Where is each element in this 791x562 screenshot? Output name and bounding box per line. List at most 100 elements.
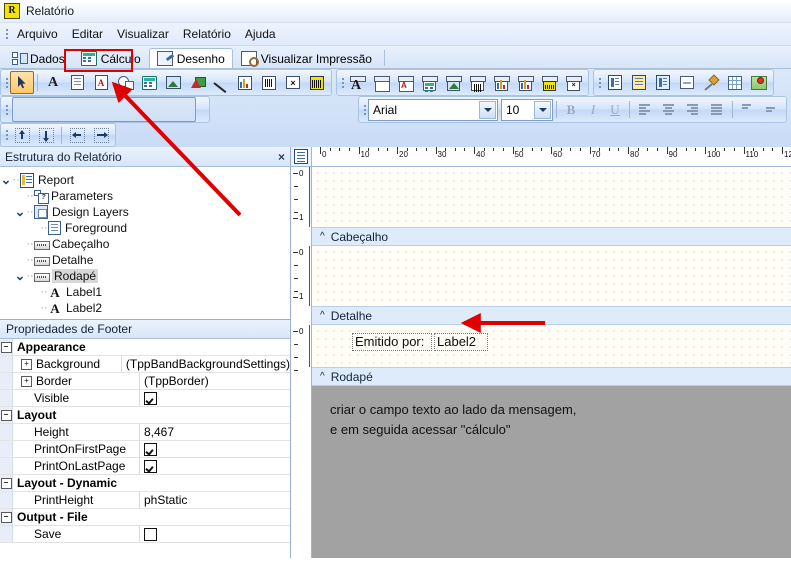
report-label[interactable]: Emitido por: [352, 333, 432, 351]
barcode-format-icon[interactable] [466, 71, 490, 94]
tree-item-cabe-alho[interactable]: ·· Cabeçalho [0, 236, 290, 252]
bold-button[interactable]: B [560, 100, 582, 120]
view-toolbar-grip[interactable] [596, 75, 603, 91]
font-size-combo[interactable]: 10 [501, 98, 553, 121]
menu-item-ajuda[interactable]: Ajuda [238, 25, 283, 43]
tree-item-detalhe[interactable]: ·· Detalhe [0, 252, 290, 268]
align-justify-button[interactable] [705, 98, 729, 121]
tree-item-label2[interactable]: ·· A Label2 [0, 300, 290, 316]
tab-visualizar-impressao[interactable]: Visualizar Impressão [233, 48, 380, 68]
align-left-button[interactable] [633, 98, 657, 121]
align-left-icon[interactable] [65, 124, 89, 147]
italic-button[interactable]: I [582, 100, 604, 120]
band-canvas-cabeçalho[interactable] [312, 167, 791, 227]
property-checkbox[interactable] [144, 459, 157, 473]
tree-item-rodap-[interactable]: ⌄ ·· Rodapé [0, 268, 290, 284]
property-row[interactable]: PrintHeight phStatic [0, 492, 290, 509]
property-row[interactable]: PrintOnLastPage [0, 458, 290, 475]
menu-item-relatorio[interactable]: Relatório [176, 25, 238, 43]
property-row[interactable]: + Border (TppBorder) [0, 373, 290, 390]
band-header-detalhe[interactable]: ^ Detalhe [312, 306, 791, 325]
band-collapse-icon[interactable]: ^ [320, 371, 325, 382]
band-header-cabeçalho[interactable]: ^ Cabeçalho [312, 227, 791, 246]
property-value-cell[interactable] [139, 526, 290, 542]
chart-icon[interactable] [233, 71, 257, 94]
close-icon[interactable]: × [278, 150, 285, 164]
label-icon[interactable]: A [41, 71, 65, 94]
ruler-corner[interactable] [291, 147, 312, 166]
property-row[interactable]: Height 8,467 [0, 424, 290, 441]
band-canvas-detalhe[interactable] [312, 246, 791, 306]
tree-item-parameters[interactable]: ··? Parameters [0, 188, 290, 204]
tree-item-report[interactable]: ⌄ ·· Report [0, 172, 290, 188]
font-size-dropdown-icon[interactable] [534, 100, 551, 119]
property-value-cell[interactable]: (TppBandBackgroundSettings) [120, 356, 290, 372]
align-center-button[interactable] [657, 98, 681, 121]
copy-format-icon[interactable] [370, 71, 394, 94]
rich-text-icon[interactable]: A [89, 71, 113, 94]
chart-format-icon[interactable] [490, 71, 514, 94]
property-expand-icon[interactable]: + [21, 358, 32, 370]
report-tree-icon[interactable] [603, 71, 627, 94]
memo-icon[interactable] [65, 71, 89, 94]
property-checkbox[interactable] [144, 527, 157, 541]
chart2-format-icon[interactable] [514, 71, 538, 94]
menu-item-visualizar[interactable]: Visualizar [110, 25, 176, 43]
property-expand-icon[interactable]: + [21, 375, 32, 387]
band-collapse-icon[interactable]: ^ [320, 310, 325, 321]
category-collapse-icon[interactable]: − [0, 511, 12, 523]
underline-button[interactable]: U [604, 100, 626, 120]
band-collapse-icon[interactable]: ^ [320, 231, 325, 242]
report-label[interactable]: Label2 [434, 333, 488, 351]
property-category-row[interactable]: − Appearance [0, 339, 290, 356]
property-checkbox[interactable] [144, 442, 157, 456]
delete-format-icon[interactable]: × [562, 71, 586, 94]
property-value-cell[interactable]: (TppBorder) [139, 373, 290, 389]
align-right-button[interactable] [681, 98, 705, 121]
tree-item-label1[interactable]: ·· A Label1 [0, 284, 290, 300]
align-top-icon[interactable] [10, 124, 34, 147]
tab-dados[interactable]: Dados [4, 48, 73, 68]
properties-icon[interactable] [651, 71, 675, 94]
draw-toolbar-grip[interactable] [339, 75, 346, 91]
property-category-row[interactable]: − Output - File [0, 509, 290, 526]
tree-expander[interactable]: ⌄ [0, 173, 12, 186]
image-format-icon[interactable] [442, 71, 466, 94]
property-row[interactable]: Save [0, 526, 290, 543]
tree-item-design-layers[interactable]: ⌄ ·· Design Layers [0, 204, 290, 220]
tab-calculo[interactable]: Cálculo [73, 48, 149, 68]
align-middle-button[interactable] [760, 98, 784, 121]
property-value-cell[interactable] [139, 441, 290, 457]
property-value-cell[interactable] [139, 458, 290, 474]
search-toolbar-grip[interactable] [3, 102, 10, 118]
tree-item-foreground[interactable]: ·· Foreground [0, 220, 290, 236]
property-row[interactable]: PrintOnFirstPage [0, 441, 290, 458]
font-name-combo[interactable]: Arial [368, 98, 498, 121]
line-icon[interactable] [209, 71, 233, 94]
menu-item-editar[interactable]: Editar [65, 25, 110, 43]
category-collapse-icon[interactable]: − [0, 409, 12, 421]
align-right-icon[interactable] [89, 124, 113, 147]
band-header-rodapé[interactable]: ^ Rodapé [312, 367, 791, 386]
component-toolbar-grip[interactable] [3, 75, 10, 91]
category-collapse-icon[interactable]: − [0, 341, 12, 353]
font-name-dropdown-icon[interactable] [479, 100, 496, 119]
horizontal-ruler[interactable]: 0 10 20 30 40 50 60 70 80 90 100 110 120 [312, 147, 791, 166]
calc-field-icon[interactable] [137, 71, 161, 94]
property-category-row[interactable]: − Layout [0, 407, 290, 424]
category-collapse-icon[interactable]: − [0, 477, 12, 489]
brush-icon[interactable] [699, 71, 723, 94]
tree-expander[interactable]: ⌄ [14, 205, 26, 218]
align-bottom-icon[interactable] [34, 124, 58, 147]
property-value-cell[interactable]: 8,467 [139, 424, 290, 440]
font-toolbar-grip[interactable] [361, 102, 368, 118]
text-align-icon[interactable]: A [346, 71, 370, 94]
property-category-row[interactable]: − Layout - Dynamic [0, 475, 290, 492]
search-input[interactable] [12, 97, 196, 122]
page-icon[interactable] [675, 71, 699, 94]
variable-icon[interactable] [113, 71, 137, 94]
paste-format-icon[interactable]: A [394, 71, 418, 94]
crosstab-icon[interactable]: × [281, 71, 305, 94]
vertical-ruler[interactable]: 01010 [291, 167, 312, 558]
nudge-toolbar-grip[interactable] [3, 127, 10, 143]
